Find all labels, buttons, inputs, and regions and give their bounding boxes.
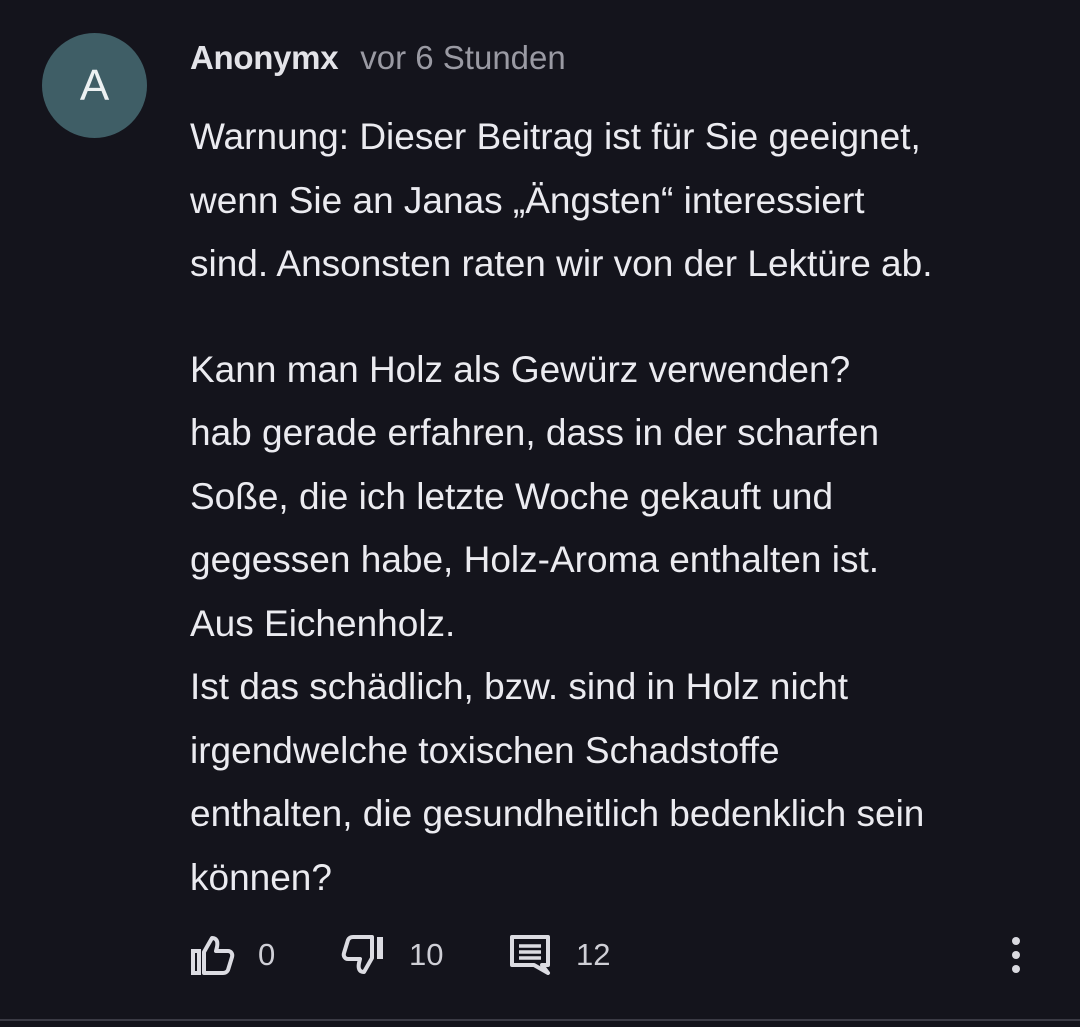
divider	[0, 1019, 1080, 1021]
thumbs-up-icon	[191, 936, 235, 975]
author-name[interactable]: Anonymx	[190, 39, 339, 77]
comment-line: irgendwelche toxischen Schadstoffe	[190, 729, 780, 771]
comment-header: Anonymx vor 6 Stunden	[190, 36, 566, 80]
replies-button[interactable]: 12	[508, 930, 610, 980]
reply-count: 12	[576, 937, 611, 972]
comment-line: enthalten, die gesundheitlich bedenklich…	[190, 793, 925, 834]
more-vertical-icon	[1012, 937, 1020, 945]
comment-body: Warnung: Dieser Beitrag ist für Sie geei…	[190, 105, 1070, 909]
like-button[interactable]: 0	[190, 930, 275, 980]
avatar-letter: A	[79, 60, 110, 110]
comment-line: gegessen habe, Holz-Aroma enthalten ist.	[190, 539, 880, 580]
comment-line: Ist das schädlich, bzw. sind in Holz nic…	[190, 666, 849, 707]
comment-line: Warnung: Dieser Beitrag ist für Sie geei…	[190, 116, 921, 157]
timestamp: vor 6 Stunden	[360, 39, 566, 76]
thumbs-down-icon	[341, 935, 383, 974]
comment-line: Kann man Holz als Gewürz verwenden?	[190, 348, 851, 390]
comment-line: Soße, die ich letzte Woche gekauft und	[190, 475, 834, 517]
comment-line: wenn Sie an Janas „Ängsten“ interessiert	[190, 179, 865, 221]
dislike-count: 10	[409, 937, 444, 972]
comment-line: sind. Ansonsten raten wir von der Lektür…	[190, 243, 933, 284]
comment-line: Aus Eichenholz.	[190, 602, 456, 644]
comment-icon	[510, 935, 550, 975]
more-vertical-icon	[1012, 965, 1020, 973]
comment-actions: 0 10 12	[190, 930, 1035, 980]
more-vertical-icon	[1012, 951, 1020, 959]
avatar[interactable]: A	[42, 33, 147, 138]
dislike-button[interactable]: 10	[340, 930, 443, 980]
more-options-button[interactable]	[1004, 930, 1028, 980]
comment-line: können?	[190, 856, 332, 898]
like-count: 0	[258, 937, 276, 972]
comment-line: hab gerade erfahren, dass in der scharfe…	[190, 412, 880, 453]
